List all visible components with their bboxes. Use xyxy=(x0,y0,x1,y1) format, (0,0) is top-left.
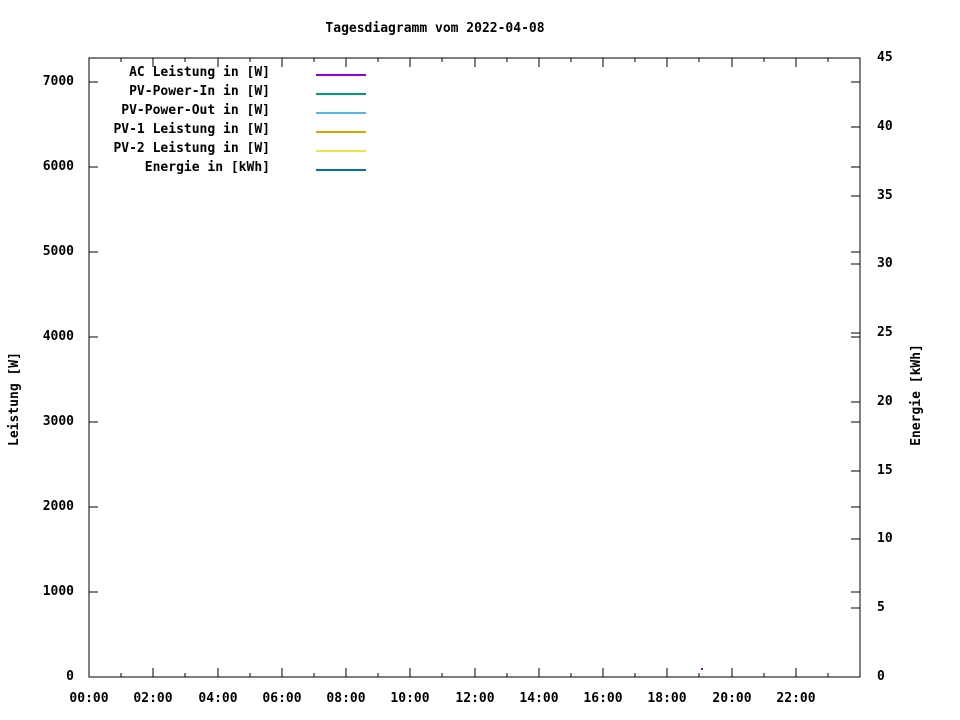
legend-color-line xyxy=(316,150,366,152)
y-right-tick-label: 45 xyxy=(877,50,893,65)
chart-title: Tagesdiagramm vom 2022-04-08 xyxy=(325,21,545,36)
legend-color-line xyxy=(316,131,366,133)
y-right-tick-label: 0 xyxy=(877,669,885,684)
y-left-tick-label: 3000 xyxy=(42,414,74,429)
legend-label: PV-Power-Out in [W] xyxy=(121,103,270,118)
y-left-tick-label: 7000 xyxy=(42,74,74,89)
y-left-tick-label: 4000 xyxy=(42,329,74,344)
y-left-tick-label: 1000 xyxy=(42,584,74,599)
y-right-tick-label: 20 xyxy=(877,394,893,409)
y-right-tick-label: 35 xyxy=(877,188,893,203)
y-left-tick-label: 6000 xyxy=(42,159,74,174)
x-tick-label: 06:00 xyxy=(262,691,302,706)
x-tick-label: 22:00 xyxy=(776,691,816,706)
legend-label: PV-2 Leistung in [W] xyxy=(113,141,270,156)
legend-color-line xyxy=(316,74,366,76)
legend-label: Energie in [kWh] xyxy=(144,160,270,175)
y-left-tick-label: 0 xyxy=(66,669,74,684)
x-tick-label: 18:00 xyxy=(647,691,687,706)
x-tick-label: 08:00 xyxy=(326,691,366,706)
y-left-tick-label: 2000 xyxy=(42,499,74,514)
y-left-tick-label: 5000 xyxy=(42,244,74,259)
data-point-dot xyxy=(701,668,703,670)
x-tick-label: 16:00 xyxy=(583,691,623,706)
legend-color-line xyxy=(316,93,366,95)
x-tick-label: 12:00 xyxy=(455,691,495,706)
legend-label: AC Leistung in [W] xyxy=(129,65,270,80)
y-right-tick-label: 5 xyxy=(877,600,885,615)
legend-label: PV-Power-In in [W] xyxy=(129,84,270,99)
x-tick-label: 02:00 xyxy=(133,691,173,706)
chart-canvas: Tagesdiagramm vom 2022-04-08 Leistung [W… xyxy=(0,0,960,720)
x-tick-label: 10:00 xyxy=(390,691,430,706)
legend-label: PV-1 Leistung in [W] xyxy=(113,122,270,137)
x-tick-label: 14:00 xyxy=(519,691,559,706)
legend-color-line xyxy=(316,169,366,171)
legend-color-line xyxy=(316,112,366,114)
y-right-tick-label: 30 xyxy=(877,256,893,271)
x-tick-label: 20:00 xyxy=(712,691,752,706)
x-tick-label: 04:00 xyxy=(198,691,238,706)
x-tick-label: 00:00 xyxy=(69,691,109,706)
y-right-tick-label: 10 xyxy=(877,531,893,546)
y-right-tick-label: 25 xyxy=(877,325,893,340)
y-right-tick-label: 15 xyxy=(877,463,893,478)
y-right-tick-label: 40 xyxy=(877,119,893,134)
